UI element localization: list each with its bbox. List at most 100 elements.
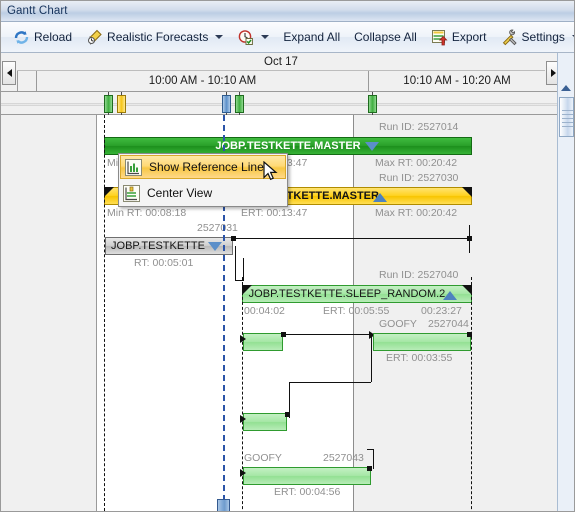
row-run-id-5: 2527043 [323, 452, 364, 464]
export-label: Export [451, 30, 487, 44]
marker-blue-1[interactable] [222, 95, 231, 113]
row-agent-4: GOOFY [379, 318, 417, 330]
connector-line [289, 382, 371, 383]
vertical-scrollbar[interactable] [557, 53, 574, 511]
arrow-up-icon [561, 85, 571, 91]
filter-clock-button[interactable] [231, 25, 275, 49]
connector-line [373, 449, 374, 469]
gantt-bar-4b[interactable] [373, 333, 471, 351]
chevron-down-icon[interactable] [215, 35, 224, 39]
gantt-area: Oct 17 10:00 AM - 10:10 AM 10:10 AM - 10… [1, 53, 574, 511]
export-icon [431, 29, 448, 46]
menu-item-center-view[interactable]: Center View [119, 180, 287, 206]
collapse-triangle-icon-2[interactable] [208, 242, 222, 251]
reload-icon [13, 29, 30, 46]
scrollbar-grip [562, 114, 573, 115]
connector-line [235, 238, 469, 239]
collapse-triangle-icon-0[interactable] [365, 142, 379, 151]
menu-item-label-0: Show Reference Line [149, 160, 264, 174]
connector-nub [367, 466, 372, 471]
timescale-day-label: Oct 17 [264, 55, 298, 68]
marker-yellow-1[interactable] [117, 95, 126, 113]
scroll-left-button[interactable] [2, 61, 16, 85]
marker-green-2[interactable] [235, 95, 244, 113]
gantt-bar-label-3: JOBP.TESTKETTE.SLEEP_RANDOM.2 [248, 288, 446, 300]
marker-band-divider [1, 103, 574, 106]
row-max-rt-1: Max RT: 00:20:42 [375, 207, 458, 219]
row-ert-4: ERT: 00:03:55 [386, 352, 453, 364]
timescale-slot-row: 10:00 AM - 10:10 AM 10:10 AM - 10:20 AM [17, 71, 545, 91]
row-run-id-1: Run ID: 2527030 [379, 172, 459, 184]
connector-line [243, 258, 244, 281]
row-min-rt-3: 00:04:02 [244, 305, 285, 317]
connector-line [469, 225, 470, 253]
gantt-bar-3[interactable]: JOBP.TESTKETTE.SLEEP_RANDOM.2 [242, 285, 472, 303]
toolbar: Reload Realistic Forecasts Expand All Co… [1, 22, 574, 53]
connector-nub [467, 332, 472, 337]
expand-triangle-icon-1[interactable] [373, 193, 387, 202]
gantt-bar-5b[interactable] [243, 467, 371, 485]
center-view-icon [123, 184, 140, 202]
row-ert-5: ERT: 00:04:56 [274, 486, 341, 498]
gantt-bar-label-0: JOBP.TESTKETTE.MASTER [215, 140, 361, 152]
scroll-up-button[interactable] [558, 81, 574, 95]
collapse-all-button[interactable]: Collapse All [348, 25, 423, 49]
marker-band [1, 92, 574, 115]
bar-cap-right-1 [462, 187, 472, 197]
scrollbar-grip [562, 126, 573, 127]
group-guide-left [104, 115, 105, 511]
menu-item-show-reference-line[interactable]: Show Reference Line [120, 155, 286, 179]
row-min-rt-1: Min RT: 00:08:18 [107, 207, 187, 219]
window-title-bar: Gantt Chart [1, 1, 574, 22]
bar-cap-left-3 [242, 285, 252, 295]
scrollbar-thumb[interactable] [559, 97, 574, 137]
expand-triangle-icon-3[interactable] [443, 291, 457, 300]
scrollbar-grip [562, 118, 573, 119]
scrollbar-grip [562, 110, 573, 111]
marker-green-1[interactable] [104, 95, 113, 113]
gantt-bar-4a[interactable] [243, 333, 283, 351]
reference-line-icon [125, 158, 142, 176]
row-rt-2: RT: 00:05:01 [134, 257, 194, 269]
connector-line [371, 334, 372, 382]
connector-arrow [240, 469, 246, 477]
chevron-down-icon[interactable] [261, 35, 270, 39]
connector-line [286, 334, 371, 335]
settings-button[interactable]: Settings [495, 25, 574, 49]
gantt-chart-window: Gantt Chart Reload Realistic Forecasts E… [0, 0, 575, 512]
row-ert-3: ERT: 00:05:55 [323, 305, 390, 317]
row-run-id-3: Run ID: 2527040 [379, 269, 459, 281]
row-run-id-4: 2527044 [428, 318, 469, 330]
row-max-rt-0: Max RT: 00:20:42 [375, 157, 458, 169]
row-run-id-0: Run ID: 2527014 [379, 121, 459, 133]
timescale-slot-1: 10:10 AM - 10:20 AM [403, 75, 511, 87]
connector-line [235, 246, 236, 280]
row-ert-1: ERT: 00:13:47 [241, 207, 308, 219]
realistic-forecasts-button[interactable]: Realistic Forecasts [80, 25, 229, 49]
timescale-header: Oct 17 10:00 AM - 10:10 AM 10:10 AM - 10… [1, 53, 574, 92]
export-button[interactable]: Export [425, 25, 493, 49]
reference-line-handle-1[interactable] [217, 499, 230, 511]
forecast-icon [86, 29, 103, 46]
timeslot-shade-right [472, 115, 557, 511]
connector-arrow [240, 415, 246, 423]
arrow-right-icon [550, 69, 556, 77]
row-run-id-2: 2527031 [197, 222, 238, 234]
connector-line [367, 449, 374, 450]
connector-nub [285, 412, 290, 417]
gantt-bar-5a[interactable] [243, 413, 287, 431]
row-agent-5: GOOFY [244, 452, 282, 464]
filter-clock-icon [237, 29, 254, 46]
bar-cap-left-1 [104, 187, 114, 197]
reload-button[interactable]: Reload [7, 25, 78, 49]
gantt-bar-2[interactable]: JOBP.TESTKETTE [105, 237, 233, 255]
mouse-cursor [263, 161, 278, 181]
settings-icon [501, 29, 518, 46]
gantt-left-gutter [1, 115, 97, 511]
timescale-slot-0: 10:00 AM - 10:10 AM [37, 71, 369, 91]
expand-all-button[interactable]: Expand All [277, 25, 346, 49]
marker-green-3[interactable] [368, 95, 377, 113]
realistic-forecasts-label: Realistic Forecasts [107, 30, 209, 44]
settings-label: Settings [521, 30, 565, 44]
collapse-all-label: Collapse All [354, 30, 417, 44]
